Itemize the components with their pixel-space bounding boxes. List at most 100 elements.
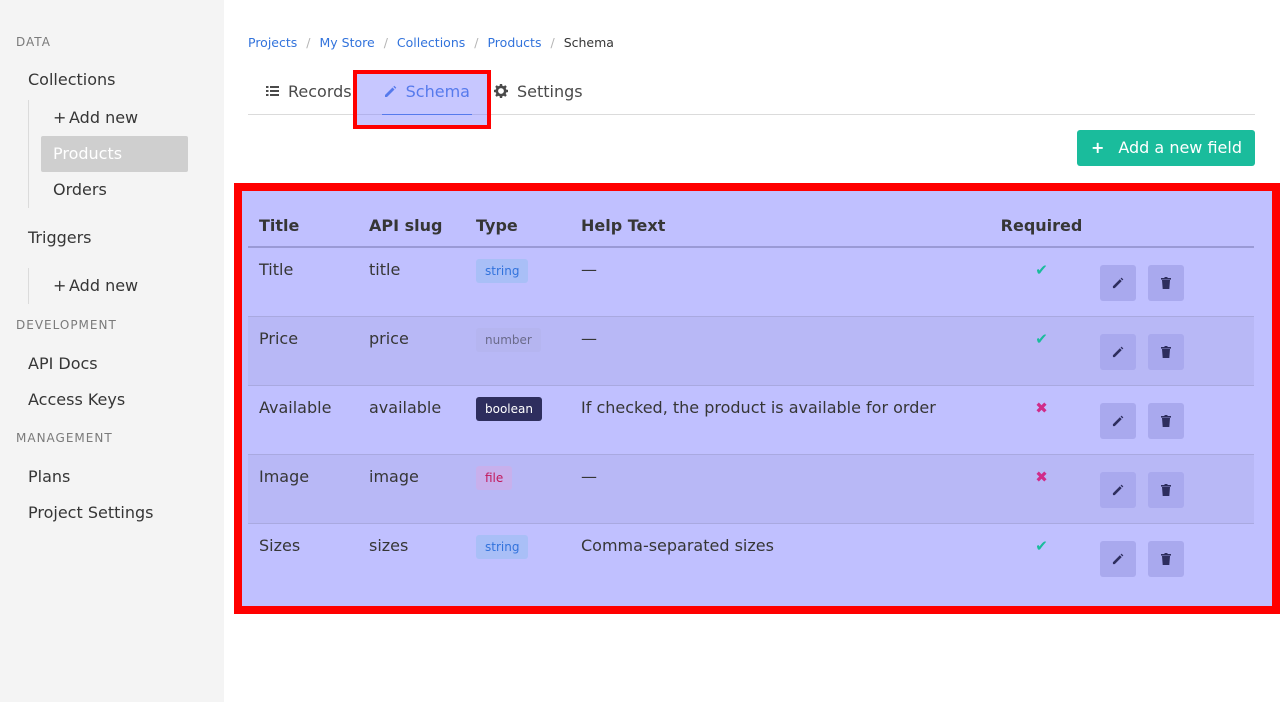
field-help: Comma-separated sizes [581,535,774,555]
pencil-icon [1112,277,1124,289]
delete-button[interactable] [1148,402,1184,439]
cross-icon: ✖ [1035,467,1048,486]
field-slug: title [358,247,465,317]
tab-records[interactable]: Records [248,68,368,114]
sidebar-item-access-keys[interactable]: Access Keys [0,382,224,418]
table-row: Title title string — ✔ [248,247,1254,317]
table-row: Available available boolean If checked, … [248,385,1254,455]
breadcrumb-my-store[interactable]: My Store [320,35,375,50]
table-header-row: Title API slug Type Help Text Required [248,205,1254,248]
field-slug: price [358,316,465,386]
add-new-label: Add new [69,276,139,295]
tab-schema-label: Schema [405,81,470,101]
type-badge: string [476,259,529,283]
pencil-icon [1112,415,1124,426]
edit-button[interactable] [1100,402,1136,439]
pencil-icon [1112,346,1124,357]
add-field-label: Add a new field [1118,138,1242,157]
sidebar-item-orders[interactable]: Orders [41,172,188,208]
sidebar-item-plans[interactable]: Plans [0,459,224,495]
check-icon: ✔ [1035,536,1048,555]
field-title: Available [248,385,358,455]
field-slug: image [358,454,465,524]
col-title: Title [248,205,358,248]
plus-icon: + [53,276,67,295]
triggers-add-new[interactable]: + Add new [41,268,188,304]
gear-icon [493,84,508,98]
edit-button[interactable] [1100,265,1136,301]
sidebar-item-api-docs[interactable]: API Docs [0,346,224,382]
breadcrumb-schema: Schema [563,34,614,50]
sidebar-item-products[interactable]: Products [41,136,188,172]
tab-settings[interactable]: Settings [486,68,599,114]
table-row: Image image file — ✖ [248,454,1254,524]
collections-add-new[interactable]: + Add new [41,100,188,136]
breadcrumb-separator: / [550,34,555,50]
sidebar-item-collections[interactable]: Collections [0,62,224,98]
field-slug: sizes [369,535,409,555]
schema-table-highlight: Title API slug Type Help Text Required T… [234,183,1280,614]
field-help: — [570,316,994,386]
type-badge: file [476,465,513,490]
delete-button[interactable] [1148,265,1184,301]
type-badge: boolean [476,396,542,421]
field-title: Image [248,454,358,524]
type-badge: string [476,534,529,559]
trash-icon [1161,345,1171,358]
sidebar-item-project-settings[interactable]: Project Settings [0,495,224,531]
toolbar: + Add a new field [248,115,1255,175]
edit-button[interactable] [1100,540,1136,577]
tabs: Records Schema Settings [248,69,1255,115]
triggers-submenu: + Add new [28,268,224,304]
schema-table: Title API slug Type Help Text Required T… [248,205,1254,595]
field-help: — [570,247,994,317]
add-new-label: Add new [69,108,139,127]
breadcrumb-separator: / [306,34,311,50]
check-icon: ✔ [1035,329,1048,348]
table-row: Sizes sizes string Comma-separated sizes… [248,523,1254,595]
check-icon: ✔ [1035,261,1048,279]
breadcrumb-separator: / [383,34,388,50]
tab-schema[interactable]: Schema [368,68,486,115]
type-badge: number [476,327,541,352]
field-slug: available [358,385,465,455]
pencil-icon [384,85,397,98]
delete-button[interactable] [1148,471,1184,508]
field-title: Sizes [259,535,301,555]
menu-label-management: MANAGEMENT [16,431,113,445]
col-required: Required [994,205,1089,248]
menu-label-development: DEVELOPMENT [16,318,117,332]
field-help: If checked, the product is available for… [570,385,994,455]
sidebar: DATA Collections + Add new Products Order… [0,0,224,702]
tab-settings-label: Settings [516,81,583,101]
main-content: Projects / My Store / Collections / Prod… [224,0,1280,702]
delete-button[interactable] [1148,333,1184,370]
plus-icon: + [1090,138,1105,157]
field-help: — [570,454,994,524]
field-title: Title [248,247,358,317]
trash-icon [1161,414,1171,427]
delete-button[interactable] [1148,540,1184,577]
breadcrumb-projects[interactable]: Projects [248,35,297,50]
cross-icon: ✖ [1035,398,1048,417]
pencil-icon [1112,484,1124,495]
trash-icon [1161,483,1171,496]
edit-button[interactable] [1100,471,1136,508]
edit-button[interactable] [1100,333,1136,370]
tab-records-label: Records [288,81,352,101]
breadcrumb-collections[interactable]: Collections [397,35,465,50]
col-api-slug: API slug [358,205,465,248]
sidebar-item-triggers[interactable]: Triggers [0,220,224,256]
list-icon [266,85,279,97]
breadcrumb-separator: / [474,34,479,50]
pencil-icon [1112,553,1124,564]
col-help-text: Help Text [570,205,994,248]
breadcrumb-products[interactable]: Products [487,35,541,50]
table-row: Price price number — ✔ [248,316,1254,386]
menu-label-data: DATA [16,35,51,49]
breadcrumb: Projects / My Store / Collections / Prod… [248,33,1255,51]
add-field-button[interactable]: + Add a new field [1076,129,1255,166]
field-title: Price [248,316,358,386]
trash-icon [1161,277,1171,289]
collections-submenu: + Add new Products Orders [28,100,224,208]
